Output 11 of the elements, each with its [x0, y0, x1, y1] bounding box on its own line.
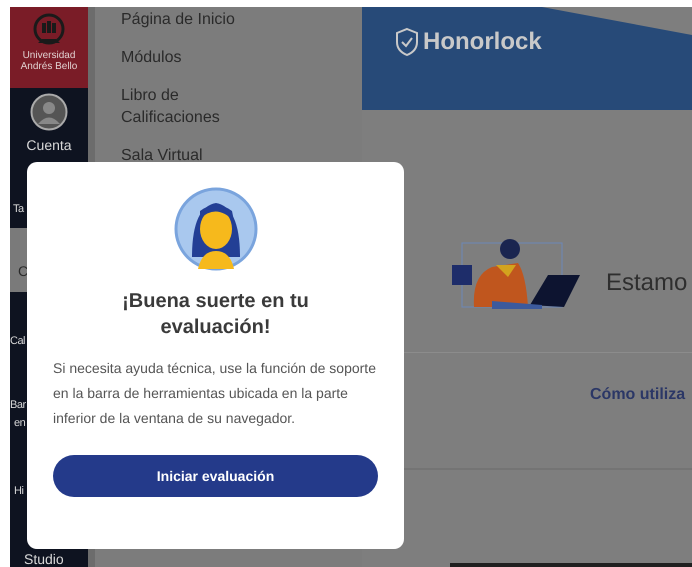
- brand-name: Honorlock: [423, 27, 542, 57]
- avatar-icon[interactable]: [30, 93, 68, 131]
- modal-message: Si necesita ayuda técnica, use la función de soporte en la barra de herramientas ubicada en la parte inferior de la ventana de su navegador.: [52, 359, 377, 428]
- modal-title: ¡Buena suerte en tu evaluación!: [121, 289, 310, 340]
- start-evaluation-button[interactable]: Iniciar evaluación: [53, 455, 378, 497]
- account-label[interactable]: Cuenta: [26, 137, 72, 153]
- logo-panel[interactable]: Universidad Andrés Bello: [10, 7, 88, 88]
- logo-text: Universidad: [22, 50, 76, 61]
- logo-text: Andrés Bello: [20, 61, 78, 72]
- page-heading: Estamo: [606, 268, 688, 298]
- shield-check-icon: [395, 27, 419, 57]
